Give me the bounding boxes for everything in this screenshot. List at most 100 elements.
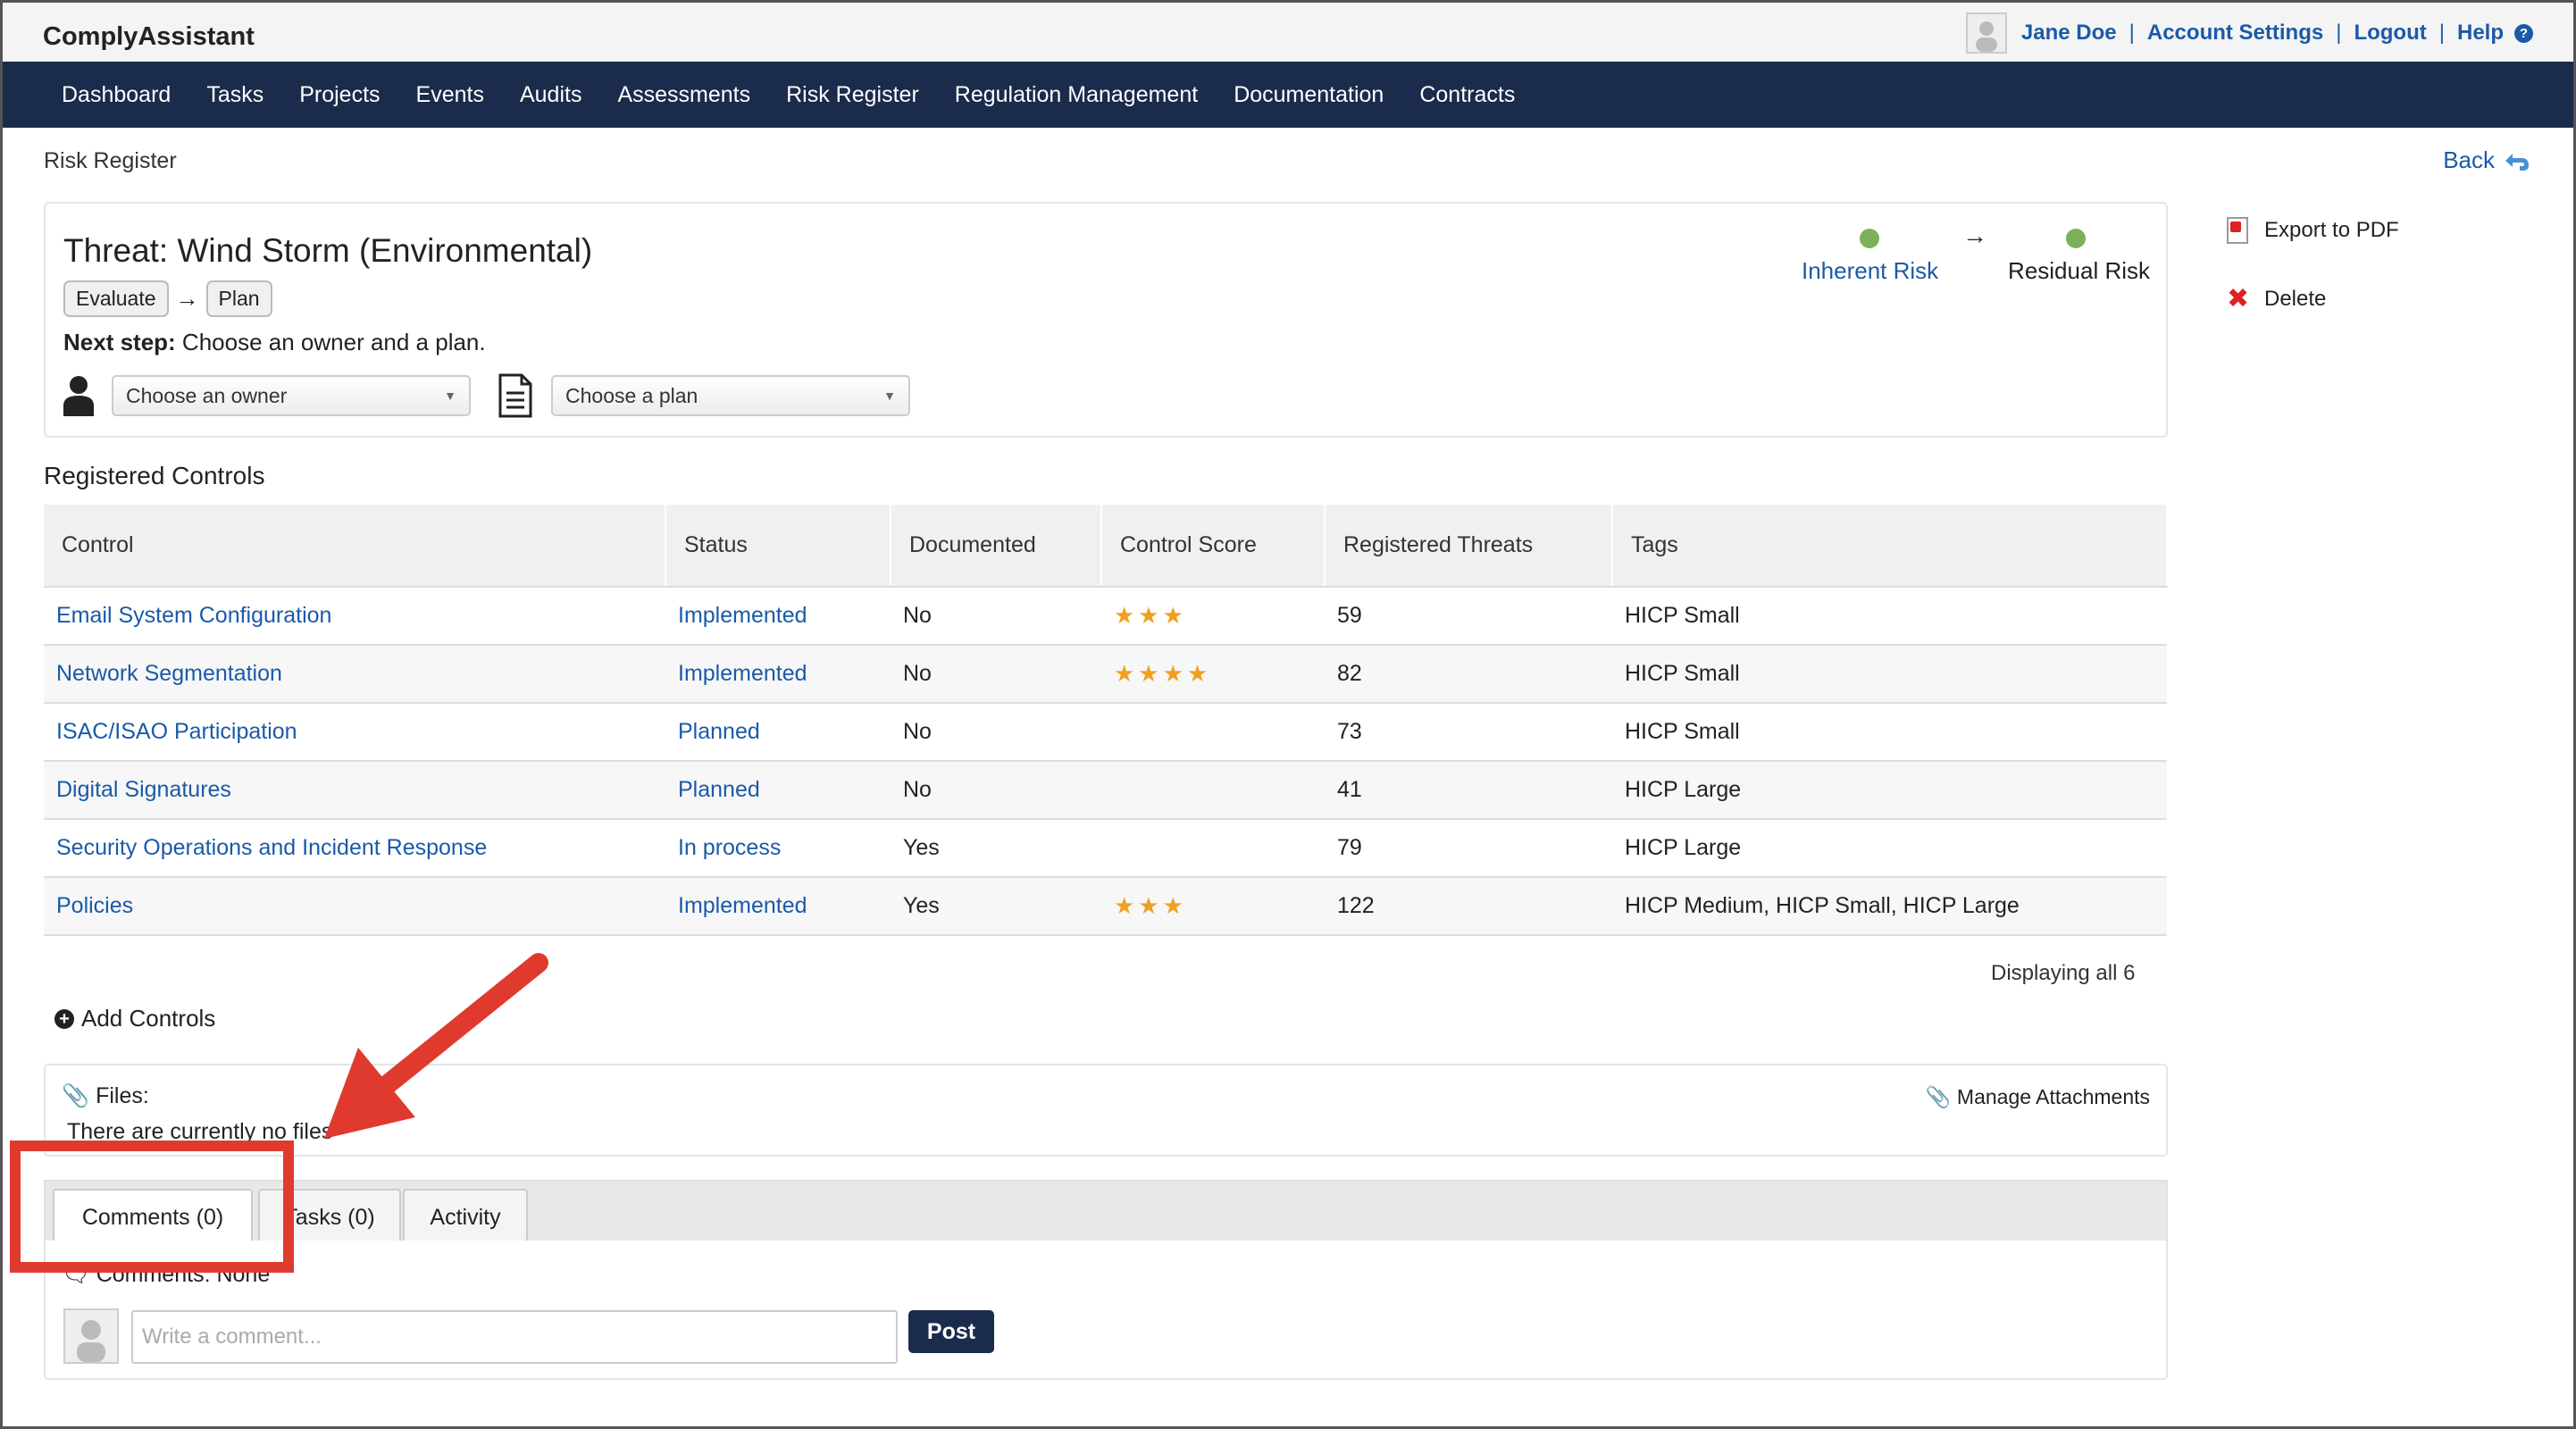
table-row: Security Operations and Incident Respons… [44,819,2167,878]
plus-circle-icon: + [54,1008,74,1029]
avatar [1965,13,2007,54]
tags-cell: HICP Small [1612,645,2167,704]
control-cell: ISAC/ISAO Participation [44,703,665,762]
nav-regulation-management[interactable]: Regulation Management [955,82,1198,108]
control-score-cell [1101,819,1325,878]
control-cell: Digital Signatures [44,761,665,820]
nav-documentation[interactable]: Documentation [1234,82,1384,108]
registered-threats-cell: 122 [1325,877,1612,936]
column-header-control[interactable]: Control [44,505,666,588]
registered-threats-cell: 82 [1325,645,1612,704]
status-link[interactable]: In process [678,835,781,860]
status-cell: Implemented [665,877,891,936]
logout-link[interactable]: Logout [2354,21,2426,46]
nav-events[interactable]: Events [416,82,484,108]
user-name-link[interactable]: Jane Doe [2021,21,2117,46]
tab-activity[interactable]: Activity [403,1189,528,1244]
control-score-cell [1101,703,1325,762]
status-link[interactable]: Implemented [678,603,807,628]
help-link[interactable]: Help [2457,21,2504,46]
controls-table-body: Email System Configuration Implemented No ★… [44,587,2167,936]
comment-input[interactable] [131,1310,898,1364]
plan-select[interactable]: Choose a plan ▼ [551,375,910,416]
plan-step-button[interactable]: Plan [205,280,272,317]
status-link[interactable]: Implemented [678,661,807,686]
column-header-tags[interactable]: Tags [1612,505,2168,588]
column-header-documented[interactable]: Documented [891,505,1102,588]
arrow-right-icon: → [1962,221,1987,249]
inherent-risk-link[interactable]: Inherent Risk [1802,257,1938,285]
nav-contracts[interactable]: Contracts [1419,82,1515,108]
status-link[interactable]: Implemented [678,893,807,918]
user-links: Jane Doe | Account Settings | Logout | H… [1965,12,2533,54]
nav-assessments[interactable]: Assessments [617,82,750,108]
control-cell: Network Segmentation [44,645,665,704]
column-header-status[interactable]: Status [665,505,891,588]
files-label: 📎 Files: [62,1083,149,1109]
nav-risk-register[interactable]: Risk Register [786,82,919,108]
control-link[interactable]: Email System Configuration [56,603,331,628]
commenter-avatar [63,1308,119,1364]
back-button[interactable]: Back [2443,146,2532,174]
tab-comments[interactable]: Comments (0) [53,1189,253,1244]
control-score-cell [1101,761,1325,820]
add-controls-button[interactable]: + Add Controls [54,1005,215,1032]
pdf-icon [2227,217,2248,244]
control-score-cell: ★★★ [1101,587,1325,646]
control-link[interactable]: Security Operations and Incident Respons… [56,835,487,860]
threat-card: Threat: Wind Storm (Environmental) Evalu… [44,202,2168,438]
control-score-cell: ★★★★ [1101,645,1325,704]
account-settings-link[interactable]: Account Settings [2147,21,2323,46]
chevron-down-icon: ▼ [883,389,896,403]
tags-cell: HICP Small [1612,703,2167,762]
tabs-bar: Comments (0) Tasks (0) Activity [44,1180,2168,1244]
user-silhouette-icon [77,1320,105,1362]
manage-attachments-link[interactable]: 📎 Manage Attachments [1926,1085,2150,1109]
main-nav: Dashboard Tasks Projects Events Audits A… [3,62,2573,128]
control-link[interactable]: ISAC/ISAO Participation [56,719,297,744]
delete-button[interactable]: ✖ Delete [2227,283,2399,314]
column-header-control-score[interactable]: Control Score [1101,505,1326,588]
nav-projects[interactable]: Projects [299,82,380,108]
status-link[interactable]: Planned [678,719,760,744]
column-header-registered-threats[interactable]: Registered Threats [1325,505,1613,588]
registered-threats-cell: 79 [1325,819,1612,878]
table-row: Digital Signatures Planned No 41 HICP Large [44,761,2167,820]
back-arrow-icon [2505,153,2529,171]
export-pdf-button[interactable]: Export to PDF [2227,217,2399,244]
person-icon [63,376,94,416]
help-icon[interactable]: ? [2514,23,2533,43]
export-pdf-label: Export to PDF [2264,218,2399,242]
delete-x-icon: ✖ [2227,284,2250,313]
tab-tasks[interactable]: Tasks (0) [258,1189,401,1244]
table-row: Email System Configuration Implemented No ★… [44,587,2167,646]
breadcrumb: Risk Register [44,148,177,173]
nav-audits[interactable]: Audits [520,82,581,108]
post-button[interactable]: Post [908,1310,994,1353]
control-cell: Policies [44,877,665,936]
status-cell: Implemented [665,587,891,646]
documented-cell: No [891,587,1101,646]
tags-cell: HICP Small [1612,587,2167,646]
delete-label: Delete [2264,286,2327,311]
control-link[interactable]: Policies [56,893,133,918]
control-link[interactable]: Network Segmentation [56,661,282,686]
nav-dashboard[interactable]: Dashboard [62,82,171,108]
evaluate-step-button[interactable]: Evaluate [63,280,169,317]
speech-bubble-icon: 🗨 [62,1262,90,1287]
files-panel: 📎 Files: There are currently no files 📎 … [44,1064,2168,1157]
owner-select[interactable]: Choose an owner ▼ [112,375,471,416]
app-window: ComplyAssistant Jane Doe | Account Setti… [0,0,2576,1429]
back-label: Back [2443,146,2495,173]
nav-tasks[interactable]: Tasks [206,82,263,108]
table-row: Network Segmentation Implemented No ★★★★ 82 H… [44,645,2167,704]
paperclip-icon: 📎 [62,1083,90,1108]
status-link[interactable]: Planned [678,777,760,802]
user-silhouette-icon [1975,21,1997,52]
chevron-down-icon: ▼ [444,389,456,403]
inherent-risk-dot [1860,229,1879,248]
documented-cell: Yes [891,877,1101,936]
table-row: ISAC/ISAO Participation Planned No 73 HICP S… [44,703,2167,762]
control-link[interactable]: Digital Signatures [56,777,231,802]
controls-table: Control Status Documented Control Score … [44,505,2168,936]
